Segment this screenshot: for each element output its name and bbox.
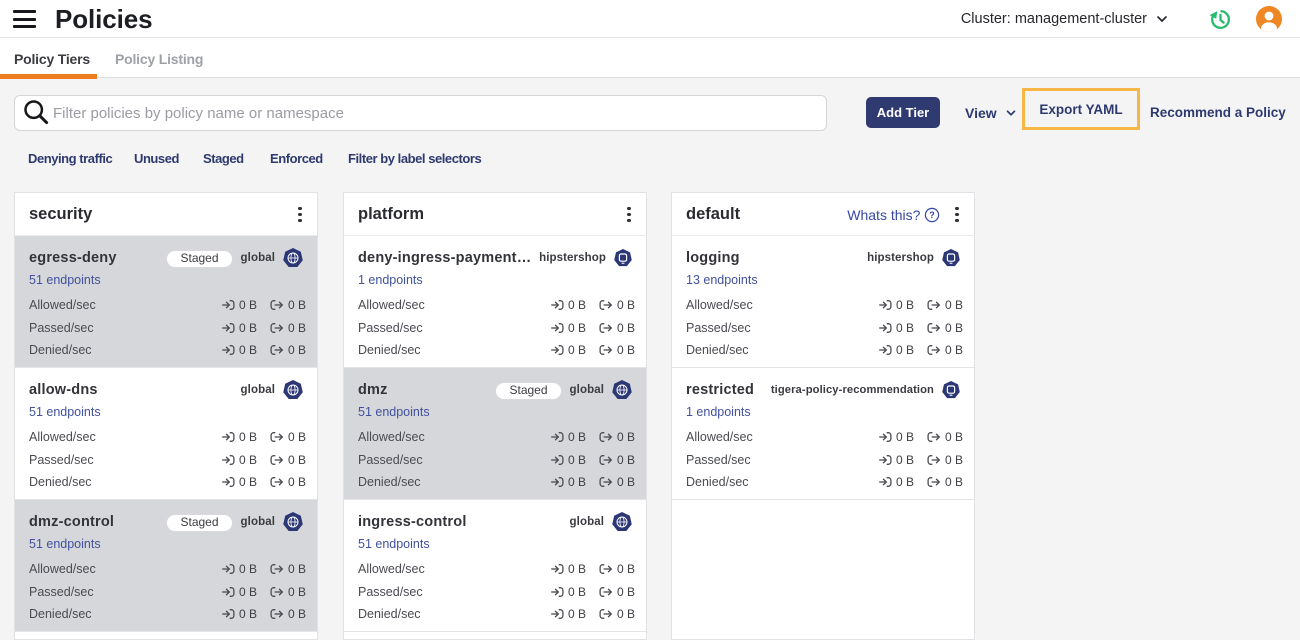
svg-text:?: ? (930, 210, 936, 220)
